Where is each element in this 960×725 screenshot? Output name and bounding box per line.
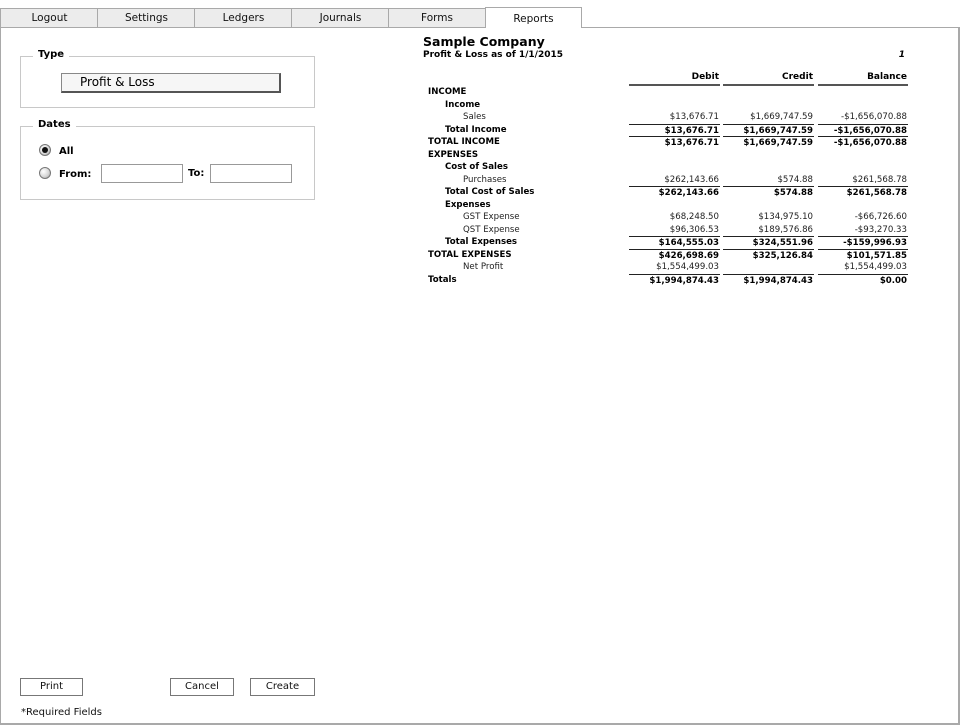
row-credit-cell: $1,669,747.59: [750, 112, 813, 122]
row-label: Totals: [428, 274, 457, 285]
row-balance-cell: $101,571.85: [818, 248, 908, 262]
report-row: Total Expenses $164,555.03 $324,551.96 -$15…: [0, 236, 960, 249]
report-row: EXPENSES: [0, 149, 960, 162]
row-balance-cell: $1,554,499.03: [844, 262, 907, 272]
tab-bar: Logout Settings Ledgers Journals Forms R…: [0, 0, 960, 28]
row-debit-cell: $13,676.71: [669, 112, 719, 122]
report-row: QST Expense $96,306.53 $189,576.86 -$93,270…: [0, 224, 960, 237]
row-debit-cell: $1,994,874.43: [629, 273, 720, 287]
tab-divider: [581, 27, 960, 28]
row-credit-cell: $574.88: [777, 174, 813, 185]
column-header-debit: Debit: [629, 72, 720, 86]
tab-settings[interactable]: Settings: [97, 8, 195, 28]
row-credit-cell: $324,551.96: [723, 236, 814, 249]
row-balance-cell: -$1,656,070.88: [818, 123, 908, 137]
column-header-credit: Credit: [723, 72, 814, 86]
row-credit-cell: $574.88: [723, 186, 814, 199]
report-row: Expenses: [0, 199, 960, 212]
row-balance-cell: -$1,656,070.88: [841, 112, 907, 122]
row-label: Net Profit: [463, 262, 504, 272]
required-fields-note: *Required Fields: [21, 707, 102, 718]
row-balance-cell: -$1,656,070.88: [818, 136, 908, 149]
row-credit-cell: $1,669,747.59: [723, 136, 814, 149]
row-debit-cell: $96,306.53: [669, 224, 719, 235]
report-row: TOTAL INCOME $13,676.71 $1,669,747.59 -$1,6…: [0, 136, 960, 149]
row-debit-cell: $13,676.71: [629, 136, 720, 149]
row-credit-cell: $1,669,747.59: [723, 123, 814, 137]
row-label: Sales: [463, 112, 486, 122]
create-button[interactable]: Create: [250, 678, 315, 696]
print-button[interactable]: Print: [20, 678, 83, 696]
row-label: Total Cost of Sales: [445, 187, 535, 197]
row-debit-cell: $262,143.66: [664, 174, 719, 185]
tab-logout[interactable]: Logout: [0, 8, 98, 28]
row-label: TOTAL INCOME: [428, 137, 500, 147]
report-company-title: Sample Company: [423, 34, 545, 49]
row-credit-cell: $189,576.86: [758, 224, 813, 235]
row-balance-cell: -$93,270.33: [854, 224, 907, 235]
type-legend: Type: [33, 49, 70, 60]
tab-reports[interactable]: Reports: [485, 7, 582, 28]
column-header-balance: Balance: [818, 72, 908, 86]
report-row: Total Income $13,676.71 $1,669,747.59 -$1,6…: [0, 123, 960, 137]
row-balance-cell: $261,568.78: [818, 186, 908, 199]
report-row: Purchases $262,143.66 $574.88 $261,568.78: [0, 174, 960, 187]
report-row: Totals $1,994,874.43 $1,994,874.43 $0.00: [0, 273, 960, 287]
row-credit-cell: $325,126.84: [723, 248, 814, 262]
row-label: Income: [445, 99, 481, 110]
row-credit-cell: $1,994,874.43: [723, 273, 814, 287]
row-debit-cell: $164,555.03: [629, 236, 720, 249]
row-label: Total Expenses: [445, 237, 518, 247]
row-debit-cell: $426,698.69: [629, 248, 720, 262]
row-label: Purchases: [463, 174, 507, 185]
row-balance-cell: -$66,726.60: [854, 212, 907, 222]
row-label: Cost of Sales: [445, 162, 508, 172]
row-balance-cell: -$159,996.93: [818, 236, 908, 249]
row-debit-cell: $68,248.50: [669, 212, 719, 222]
report-row: Income: [0, 99, 960, 112]
row-label: EXPENSES: [428, 149, 479, 160]
tab-journals[interactable]: Journals: [291, 8, 389, 28]
tab-forms[interactable]: Forms: [388, 8, 486, 28]
tab-ledgers[interactable]: Ledgers: [194, 8, 292, 28]
row-debit-cell: $1,554,499.03: [656, 262, 719, 272]
report-row: Net Profit $1,554,499.03 $1,554,499.03: [0, 261, 960, 274]
row-label: Total Income: [445, 124, 507, 135]
row-debit-cell: $13,676.71: [629, 123, 720, 137]
report-page-number: 1: [898, 50, 905, 60]
row-debit-cell: $262,143.66: [629, 186, 720, 199]
row-credit-cell: $134,975.10: [758, 212, 813, 222]
report-row: TOTAL EXPENSES $426,698.69 $325,126.84 $101…: [0, 248, 960, 262]
row-label: TOTAL EXPENSES: [428, 249, 512, 260]
report-row: Total Cost of Sales $262,143.66 $574.88 $26…: [0, 186, 960, 199]
row-label: GST Expense: [463, 212, 520, 222]
row-label: Expenses: [445, 199, 491, 210]
report-row: Cost of Sales: [0, 161, 960, 174]
row-balance-cell: $0.00: [818, 273, 908, 287]
row-label: INCOME: [428, 87, 467, 97]
report-row: INCOME: [0, 86, 960, 99]
report-subtitle: Profit & Loss as of 1/1/2015: [423, 50, 564, 60]
row-credit-cell: [723, 261, 814, 274]
report-row: GST Expense $68,248.50 $134,975.10 -$66,726…: [0, 211, 960, 224]
report-row: Sales $13,676.71 $1,669,747.59 -$1,656,070.…: [0, 111, 960, 124]
row-balance-cell: $261,568.78: [852, 174, 907, 185]
cancel-button[interactable]: Cancel: [170, 678, 234, 696]
row-label: QST Expense: [463, 224, 520, 235]
report-table: INCOME Income Sales $13,676.71 $1,669,747.59…: [0, 86, 960, 286]
